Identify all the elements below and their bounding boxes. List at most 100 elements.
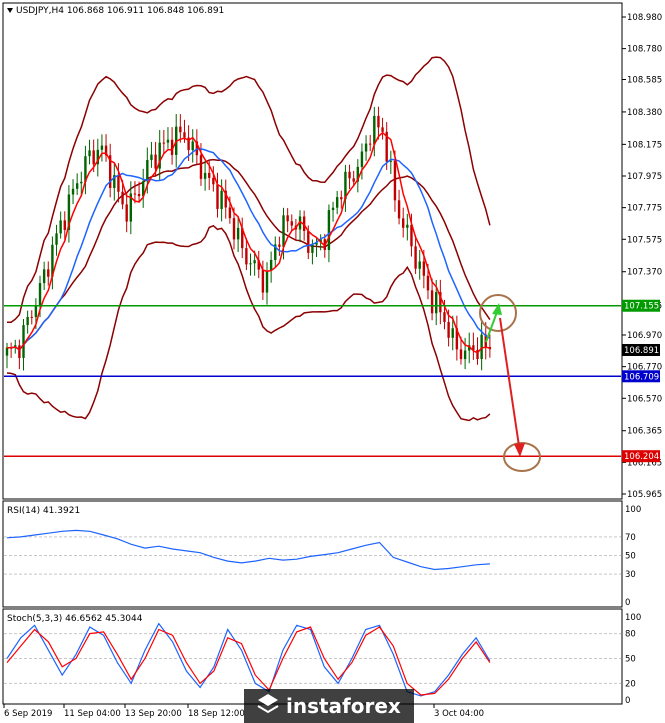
- candle-body: [63, 220, 66, 230]
- candle-body: [55, 233, 58, 245]
- time-tick-label: 11 Sep 04:00: [64, 709, 121, 719]
- stoch-label: Stoch(5,3,3) 46.6562 45.3044: [7, 614, 143, 624]
- candle-body: [179, 126, 182, 133]
- candle-body: [286, 215, 289, 222]
- candle-body: [418, 261, 421, 269]
- main-price-panel: 108.980 108.780 108.585 108.380 108.175 107.9…: [2, 2, 662, 500]
- candle-body: [203, 172, 207, 179]
- symbol-header: USDJPY,H4 106.868 106.911 106.848 106.89…: [7, 6, 224, 16]
- candle-body: [30, 316, 33, 318]
- level-label: 0: [625, 696, 630, 706]
- candle-body: [220, 190, 223, 209]
- candle-body: [463, 350, 467, 360]
- rsi-panel-frame: [2, 500, 623, 608]
- time-tick-label: 3 Oct 04:00: [434, 709, 484, 719]
- candle-body: [150, 154, 153, 161]
- candle-body: [377, 115, 380, 128]
- level-label: 50: [625, 655, 636, 665]
- candle-body: [402, 218, 405, 228]
- level-label: 0: [625, 598, 630, 608]
- candle-body: [311, 244, 314, 253]
- instaforex-watermark: instaforex: [244, 689, 414, 723]
- price-tick-label: 107.575: [627, 235, 662, 245]
- candle-body: [307, 231, 310, 253]
- price-tick-label: 108.380: [627, 108, 662, 118]
- candle-body: [393, 160, 397, 201]
- candle-body: [228, 207, 232, 219]
- price-tick-label: 108.980: [627, 13, 662, 23]
- price-tick-label: 106.570: [627, 394, 662, 404]
- candle-body: [59, 220, 62, 234]
- candle-body: [71, 188, 75, 195]
- candle-body: [265, 270, 269, 293]
- candle-body: [443, 312, 446, 322]
- candle-body: [348, 171, 351, 179]
- rsi-label: RSI(14) 41.3921: [7, 506, 80, 516]
- candle-body: [92, 150, 95, 165]
- candle-body: [117, 175, 120, 192]
- candle-body: [447, 321, 450, 338]
- candle-body: [397, 200, 401, 219]
- candle-body: [368, 143, 372, 145]
- candle-body: [183, 132, 186, 138]
- price-tick-label: 107.975: [627, 172, 662, 182]
- candle-body: [245, 248, 248, 265]
- rsi-panel: 100 70 50 30 0 RSI(14) 41.3921: [2, 500, 641, 608]
- level-label: 100: [625, 505, 641, 515]
- candle-body: [75, 183, 79, 189]
- candle-body: [327, 210, 331, 250]
- price-tick-label: 107.370: [627, 268, 662, 278]
- candle-body: [125, 204, 128, 222]
- candle-body: [137, 194, 141, 197]
- level-label: 80: [625, 630, 636, 640]
- current-price-marker: 106.891: [622, 344, 660, 356]
- candle-body: [364, 143, 368, 152]
- candle-body: [278, 244, 281, 247]
- level-label: 20: [625, 679, 636, 689]
- candle-body: [154, 154, 157, 169]
- price-tick-label: 108.175: [627, 140, 662, 150]
- candle-body: [335, 197, 339, 208]
- candle-body: [381, 127, 384, 132]
- candle-body: [199, 155, 203, 179]
- candle-body: [133, 193, 137, 195]
- time-tick-label: 6 Sep 2019: [4, 709, 52, 719]
- candle-body: [261, 269, 265, 293]
- candle-body: [451, 328, 454, 338]
- candle-body: [38, 283, 42, 306]
- candle-body: [212, 177, 215, 185]
- level-label: 50: [625, 552, 636, 562]
- current-price-label: 106.891: [624, 346, 659, 356]
- candle-body: [352, 178, 355, 182]
- candle-body: [22, 325, 25, 358]
- candle-body: [282, 215, 285, 247]
- symbol-line: USDJPY,H4 106.868 106.911 106.848 106.89…: [16, 6, 224, 16]
- candle-body: [249, 263, 252, 265]
- candle-body: [47, 269, 50, 277]
- candle-body: [340, 197, 343, 200]
- level-label: 30: [625, 570, 636, 580]
- price-axis: 108.980 108.780 108.585 108.380 108.175 107.9…: [622, 13, 662, 500]
- time-tick-label: 18 Sep 12:00: [188, 709, 245, 719]
- level-label: 100: [625, 613, 641, 623]
- chart-stage: 108.980 108.780 108.585 108.380 108.175 107.9…: [2, 2, 662, 723]
- candle-body: [166, 139, 170, 143]
- candle-body: [191, 141, 194, 151]
- candle-body: [26, 316, 29, 326]
- price-tick-label: 106.970: [627, 331, 662, 341]
- candle-body: [414, 246, 417, 269]
- level-label: 70: [625, 533, 636, 543]
- watermark-text: instaforex: [286, 694, 401, 718]
- support-price-label: 106.709: [624, 372, 659, 382]
- candle-body: [216, 184, 219, 209]
- candle-body: [42, 269, 46, 284]
- candle-body: [480, 334, 483, 360]
- candle-body: [422, 261, 426, 276]
- candle-body: [18, 345, 21, 358]
- target-price-label: 106.204: [624, 452, 659, 462]
- candle-body: [232, 218, 236, 240]
- candle-body: [5, 347, 9, 356]
- candle-body: [236, 227, 240, 240]
- candle-body: [360, 151, 364, 167]
- price-tick-label: 107.775: [627, 204, 662, 214]
